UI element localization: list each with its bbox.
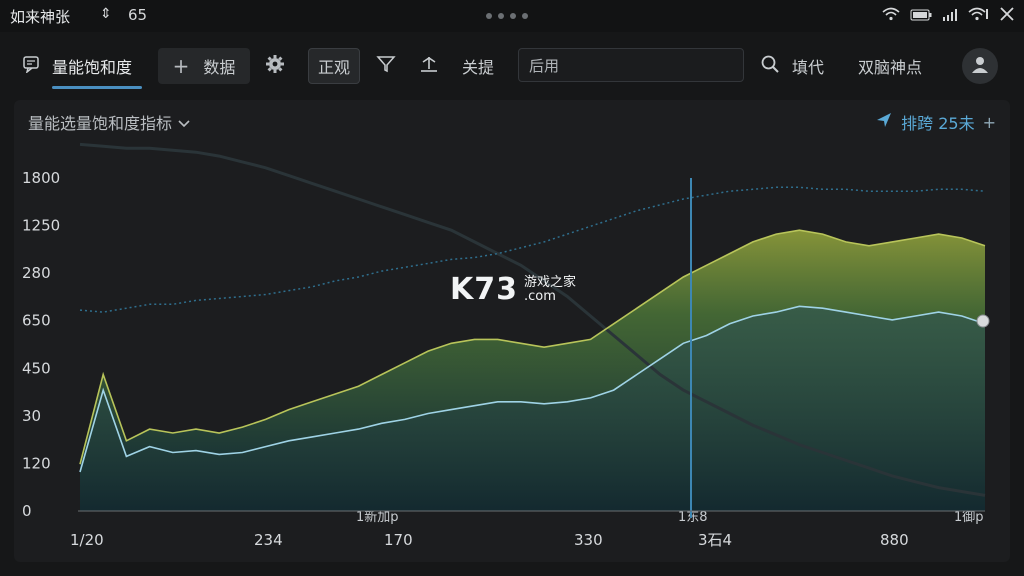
y-tick-label: 650 (22, 312, 51, 330)
x-tick-label: 3石4 (698, 531, 732, 549)
y-tick-label: 0 (22, 502, 32, 520)
y-tick-label: 120 (22, 454, 51, 472)
x-tick-label: 234 (254, 531, 283, 549)
x-tick-label: 330 (574, 531, 603, 549)
watermark-logo: K73 游戏之家 .com (450, 272, 577, 307)
y-tick-label: 280 (22, 264, 51, 282)
end-point-marker[interactable] (976, 314, 990, 328)
y-axis: 1800 1250 280 650 450 30 120 0 (22, 169, 60, 520)
x-tick-label: 170 (384, 531, 413, 549)
y-tick-label: 450 (22, 359, 51, 377)
y-tick-label: 1800 (22, 169, 60, 187)
y-tick-label: 30 (22, 407, 41, 425)
x-tick-label: 1/20 (70, 531, 104, 549)
x-tick-label: 880 (880, 531, 909, 549)
y-tick-label: 1250 (22, 217, 60, 235)
x-sublabel: 1御p (954, 510, 984, 525)
series-low-area (80, 306, 985, 511)
x-axis: 1/20 234 170 330 3石4 8801新加p 1东8 1御p (70, 509, 984, 549)
x-sublabel: 1东8 (678, 510, 708, 525)
series-layer (79, 142, 986, 511)
